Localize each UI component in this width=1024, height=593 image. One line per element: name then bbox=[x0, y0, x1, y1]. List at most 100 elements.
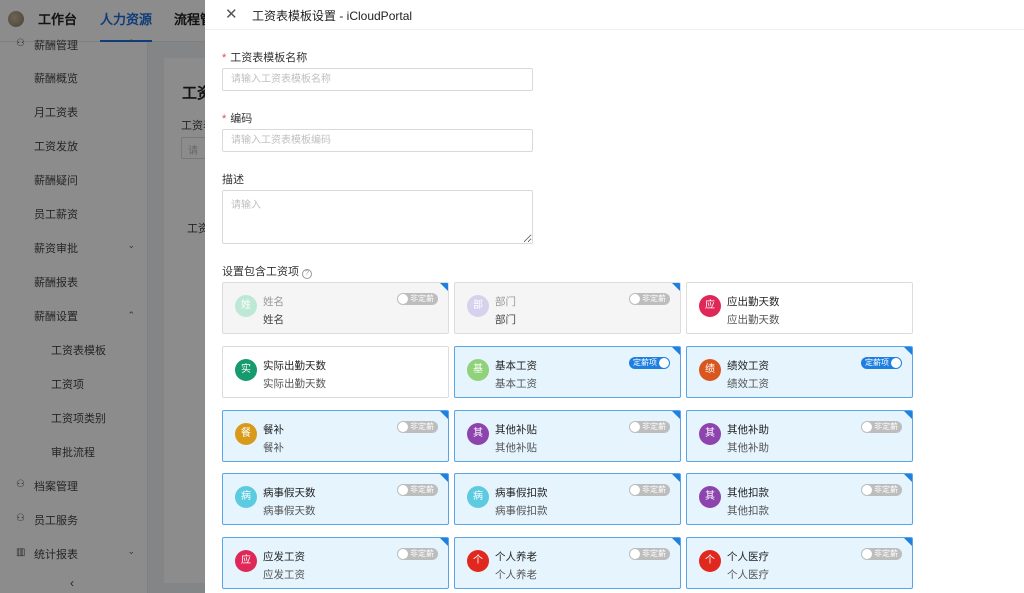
close-icon[interactable]: ✕ bbox=[225, 5, 238, 23]
description-label: 描述 bbox=[222, 174, 244, 186]
salary-item-name: 其他补贴 bbox=[495, 424, 537, 436]
fixed-salary-toggle[interactable]: 非定薪 bbox=[629, 421, 670, 433]
salary-item-subtitle: 其他扣款 bbox=[727, 505, 769, 517]
question-circle-icon[interactable]: ? bbox=[302, 269, 312, 279]
selected-corner-mark bbox=[672, 283, 680, 291]
salary-item-card[interactable]: 绩绩效工资 绩效工资 定薪项 bbox=[686, 346, 913, 398]
salary-item-card[interactable]: 餐餐补 餐补 非定薪 bbox=[222, 410, 449, 462]
avatar: 基 bbox=[467, 359, 489, 381]
salary-item-subtitle: 应发工资 bbox=[263, 569, 305, 581]
selected-corner-mark bbox=[440, 411, 448, 419]
avatar: 绩 bbox=[699, 359, 721, 381]
salary-item-subtitle: 个人养老 bbox=[495, 569, 537, 581]
salary-item-name: 病事假扣款 bbox=[495, 487, 548, 499]
salary-item-name: 其他补助 bbox=[727, 424, 769, 436]
fixed-salary-toggle[interactable]: 非定薪 bbox=[629, 548, 670, 560]
salary-item-subtitle: 基本工资 bbox=[495, 378, 537, 390]
required-mark: * bbox=[222, 113, 227, 125]
fixed-salary-toggle[interactable]: 非定薪 bbox=[397, 293, 438, 305]
salary-item-subtitle: 姓名 bbox=[263, 314, 284, 326]
salary-item-name: 绩效工资 bbox=[727, 360, 769, 372]
selected-corner-mark bbox=[672, 347, 680, 355]
selected-corner-mark bbox=[440, 474, 448, 482]
salary-item-subtitle: 其他补助 bbox=[727, 442, 769, 454]
avatar: 其 bbox=[699, 486, 721, 508]
avatar: 其 bbox=[467, 423, 489, 445]
salary-item-card[interactable]: 个个人医疗 个人医疗 非定薪 bbox=[686, 537, 913, 589]
selected-corner-mark bbox=[672, 474, 680, 482]
fixed-salary-toggle[interactable]: 非定薪 bbox=[629, 293, 670, 305]
salary-item-subtitle: 其他补贴 bbox=[495, 442, 537, 454]
salary-item-card[interactable]: 其其他扣款 其他扣款 非定薪 bbox=[686, 473, 913, 525]
salary-item-card[interactable]: 病病事假扣款 病事假扣款 非定薪 bbox=[454, 473, 681, 525]
avatar: 餐 bbox=[235, 423, 257, 445]
template-code-label-text: 编码 bbox=[230, 113, 253, 125]
salary-item-subtitle: 个人医疗 bbox=[727, 569, 769, 581]
avatar: 姓 bbox=[235, 295, 257, 317]
fixed-salary-toggle[interactable]: 非定薪 bbox=[397, 484, 438, 496]
template-name-label-text: 工资表模板名称 bbox=[230, 52, 308, 64]
fixed-salary-toggle[interactable]: 非定薪 bbox=[861, 484, 902, 496]
salary-item-subtitle: 病事假天数 bbox=[263, 505, 316, 517]
salary-item-card: 部部门 部门 非定薪 bbox=[454, 282, 681, 334]
selected-corner-mark bbox=[672, 538, 680, 546]
description-textarea[interactable] bbox=[222, 190, 533, 244]
salary-item-card[interactable]: 应应发工资 应发工资 非定薪 bbox=[222, 537, 449, 589]
selected-corner-mark bbox=[904, 474, 912, 482]
template-code-input[interactable] bbox=[222, 129, 533, 152]
salary-item-subtitle: 病事假扣款 bbox=[495, 505, 548, 517]
salary-item-name: 个人养老 bbox=[495, 551, 537, 563]
fixed-salary-toggle[interactable]: 非定薪 bbox=[397, 421, 438, 433]
template-code-label: * 编码 bbox=[222, 110, 252, 126]
salary-item-name: 应出勤天数 bbox=[727, 296, 780, 308]
selected-corner-mark bbox=[440, 538, 448, 546]
items-section-label: 设置包含工资项? bbox=[222, 263, 312, 279]
salary-item-name: 应发工资 bbox=[263, 551, 305, 563]
avatar: 其 bbox=[699, 423, 721, 445]
fixed-salary-toggle[interactable]: 非定薪 bbox=[861, 548, 902, 560]
fixed-salary-toggle[interactable]: 非定薪 bbox=[861, 421, 902, 433]
fixed-salary-toggle[interactable]: 非定薪 bbox=[397, 548, 438, 560]
salary-item-card[interactable]: 病病事假天数 病事假天数 非定薪 bbox=[222, 473, 449, 525]
fixed-salary-toggle[interactable]: 非定薪 bbox=[629, 484, 670, 496]
salary-item-card[interactable]: 应应出勤天数 应出勤天数 bbox=[686, 282, 913, 334]
avatar: 病 bbox=[235, 486, 257, 508]
selected-corner-mark bbox=[904, 347, 912, 355]
salary-item-card[interactable]: 基基本工资 基本工资 定薪项 bbox=[454, 346, 681, 398]
salary-item-card[interactable]: 个个人养老 个人养老 非定薪 bbox=[454, 537, 681, 589]
template-settings-drawer: ✕ 工资表模板设置 - iCloudPortal *工资表模板名称 *编码 描述… bbox=[205, 0, 1024, 593]
salary-item-name: 餐补 bbox=[263, 424, 284, 436]
selected-corner-mark bbox=[904, 538, 912, 546]
salary-item-name: 其他扣款 bbox=[727, 487, 769, 499]
salary-item-card: 姓姓名 姓名 非定薪 bbox=[222, 282, 449, 334]
salary-item-name: 部门 bbox=[495, 296, 516, 308]
avatar: 部 bbox=[467, 295, 489, 317]
selected-corner-mark bbox=[672, 411, 680, 419]
fixed-salary-toggle[interactable]: 定薪项 bbox=[861, 357, 902, 369]
salary-item-name: 姓名 bbox=[263, 296, 284, 308]
selected-corner-mark bbox=[904, 411, 912, 419]
avatar: 个 bbox=[467, 550, 489, 572]
salary-item-subtitle: 实际出勤天数 bbox=[263, 378, 326, 390]
template-name-input[interactable] bbox=[222, 68, 533, 91]
salary-item-subtitle: 绩效工资 bbox=[727, 378, 769, 390]
avatar: 个 bbox=[699, 550, 721, 572]
salary-item-card[interactable]: 其其他补贴 其他补贴 非定薪 bbox=[454, 410, 681, 462]
salary-item-name: 实际出勤天数 bbox=[263, 360, 326, 372]
avatar: 应 bbox=[235, 550, 257, 572]
avatar: 应 bbox=[699, 295, 721, 317]
salary-item-card[interactable]: 实实际出勤天数 实际出勤天数 bbox=[222, 346, 449, 398]
salary-item-card[interactable]: 其其他补助 其他补助 非定薪 bbox=[686, 410, 913, 462]
salary-item-subtitle: 部门 bbox=[495, 314, 516, 326]
salary-item-name: 个人医疗 bbox=[727, 551, 769, 563]
items-section-label-text: 设置包含工资项 bbox=[222, 266, 299, 278]
template-name-label: * 工资表模板名称 bbox=[222, 49, 307, 65]
selected-corner-mark bbox=[440, 283, 448, 291]
required-mark: * bbox=[222, 52, 227, 64]
salary-item-subtitle: 应出勤天数 bbox=[727, 314, 780, 326]
drawer-header: ✕ 工资表模板设置 - iCloudPortal bbox=[205, 0, 1024, 30]
drawer-title: 工资表模板设置 - iCloudPortal bbox=[252, 9, 413, 23]
fixed-salary-toggle[interactable]: 定薪项 bbox=[629, 357, 670, 369]
avatar: 实 bbox=[235, 359, 257, 381]
avatar: 病 bbox=[467, 486, 489, 508]
